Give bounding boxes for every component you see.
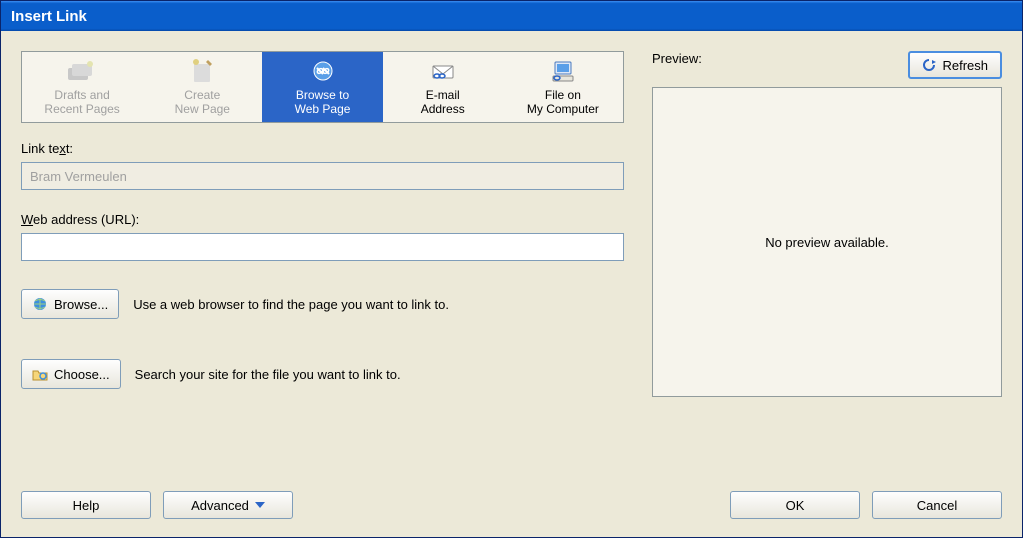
browse-button[interactable]: Browse... — [21, 289, 119, 319]
dialog-client: Drafts andRecent Pages CreateNew Page Br… — [1, 31, 1022, 537]
link-type-tabs: Drafts andRecent Pages CreateNew Page Br… — [21, 51, 624, 123]
refresh-icon — [922, 58, 936, 72]
left-column: Drafts andRecent Pages CreateNew Page Br… — [21, 51, 624, 473]
tab-browse-web[interactable]: Browse toWeb Page — [262, 52, 382, 122]
new-page-icon — [186, 58, 218, 84]
web-chain-icon — [307, 58, 339, 84]
titlebar: Insert Link — [1, 1, 1022, 31]
chevron-down-icon — [255, 502, 265, 508]
help-button[interactable]: Help — [21, 491, 151, 519]
computer-icon — [547, 58, 579, 84]
tab-email[interactable]: E-mailAddress — [383, 52, 503, 122]
browse-hint: Use a web browser to find the page you w… — [133, 297, 449, 312]
drafts-icon — [66, 58, 98, 84]
right-column: Preview: Refresh No preview available. — [652, 51, 1002, 473]
tab-create-new[interactable]: CreateNew Page — [142, 52, 262, 122]
advanced-button[interactable]: Advanced — [163, 491, 293, 519]
refresh-button[interactable]: Refresh — [908, 51, 1002, 79]
preview-empty-text: No preview available. — [765, 235, 889, 250]
folder-search-icon — [32, 366, 48, 382]
link-text-label: Link text: — [21, 141, 624, 156]
insert-link-dialog: Insert Link Drafts andRecent Pages Creat… — [0, 0, 1023, 538]
cancel-button[interactable]: Cancel — [872, 491, 1002, 519]
button-bar: Help Advanced OK Cancel — [21, 473, 1002, 519]
window-title: Insert Link — [11, 8, 87, 25]
email-icon — [427, 58, 459, 84]
preview-label: Preview: — [652, 51, 702, 66]
url-input[interactable] — [21, 233, 624, 261]
globe-icon — [32, 296, 48, 312]
choose-hint: Search your site for the file you want t… — [135, 367, 401, 382]
ok-button[interactable]: OK — [730, 491, 860, 519]
tab-drafts-recent[interactable]: Drafts andRecent Pages — [22, 52, 142, 122]
tab-file-computer[interactable]: File onMy Computer — [503, 52, 623, 122]
choose-button[interactable]: Choose... — [21, 359, 121, 389]
upper-area: Drafts andRecent Pages CreateNew Page Br… — [21, 51, 1002, 473]
link-text-input — [21, 162, 624, 190]
url-label: Web address (URL): — [21, 212, 624, 227]
preview-pane: No preview available. — [652, 87, 1002, 397]
